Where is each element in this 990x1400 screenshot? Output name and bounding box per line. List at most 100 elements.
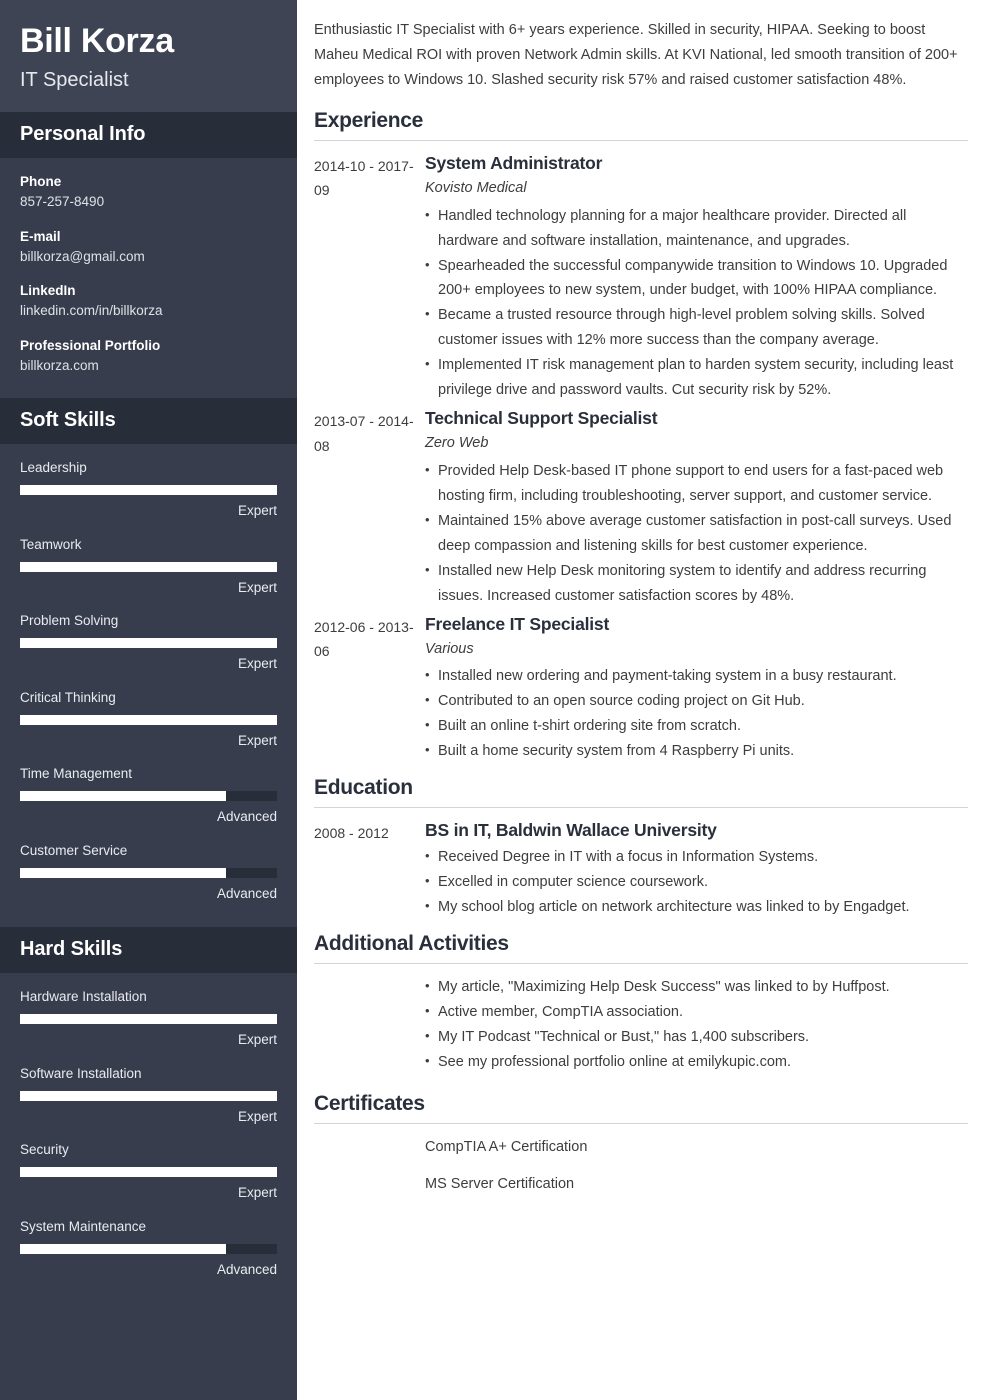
education-entries: 2008 - 2012 BS in IT, Baldwin Wallace Uni… (314, 819, 970, 920)
skill-level-bar-fill (20, 1243, 226, 1254)
entry-dates: 2014-10 - 2017-09 (314, 157, 414, 199)
skill-level-bar-fill (20, 561, 277, 572)
skill-level-bar (20, 714, 277, 725)
soft-skills-list: Leadership Expert Teamwork Expert Problem So… (0, 444, 297, 927)
entry-bullet: Built a home security system from 4 Rasp… (425, 738, 970, 764)
entry-body: Technical Support Specialist Zero Web Prov… (425, 407, 970, 608)
resume-page: Bill Korza IT Specialist Personal Info P… (0, 0, 990, 1400)
entry-title: System Administrator (425, 152, 603, 173)
section-divider (314, 139, 968, 141)
entry-body: Freelance IT Specialist Various Installed … (425, 613, 970, 765)
personal-info-value[interactable]: billkorza@gmail.com (20, 247, 277, 267)
skill-item: Time Management Advanced (20, 764, 277, 828)
skill-level-bar-fill (20, 485, 277, 496)
entry-bullet: Contributed to an open source coding pro… (425, 688, 970, 714)
skill-level-bar-fill (20, 714, 277, 725)
entry-title: BS in IT, Baldwin Wallace University (425, 820, 717, 841)
skill-level-bar-fill (20, 867, 226, 878)
activities-dates-spacer (314, 975, 425, 1075)
certificates-dates-spacer (314, 1135, 425, 1209)
section-experience: Experience 2014-10 - 2017-09 System Admin… (314, 105, 970, 764)
personal-info-value[interactable]: linkedin.com/in/billkorza (20, 301, 277, 321)
skill-item: Teamwork Expert (20, 535, 277, 599)
entry-body: BS in IT, Baldwin Wallace University Rece… (425, 819, 970, 920)
skill-name: Time Management (20, 766, 133, 782)
skill-level-bar (20, 638, 277, 649)
personal-info-item: Phone 857-257-8490 (20, 172, 277, 213)
entry-title: Freelance IT Specialist (425, 613, 610, 634)
skill-name: Security (20, 1142, 69, 1158)
entry-bullet: Handled technology planning for a major … (425, 203, 970, 254)
skill-level-bar-fill (20, 1014, 277, 1025)
section-divider (314, 1122, 968, 1124)
personal-info-value[interactable]: 857-257-8490 (20, 192, 277, 212)
entry-bullet: Provided Help Desk-based IT phone suppor… (425, 458, 970, 509)
skill-name: Problem Solving (20, 613, 119, 629)
sidebar-header: Bill Korza IT Specialist (0, 0, 297, 113)
skill-level-bar-fill (20, 1090, 277, 1101)
skill-name: Customer Service (20, 842, 128, 858)
skill-level-bar (20, 1014, 277, 1025)
entry-dates: 2013-07 - 2014-08 (314, 413, 414, 454)
skill-item: Security Expert (20, 1140, 277, 1204)
activity-bullet: See my professional portfolio online at … (425, 1049, 970, 1075)
personal-info-item: LinkedIn linkedin.com/in/billkorza (20, 281, 277, 322)
skill-level-bar (20, 791, 277, 802)
skill-level-label: Expert (237, 503, 277, 519)
skill-level-label: Expert (237, 1108, 277, 1124)
hard-skills-list: Hardware Installation Expert Software Inst… (0, 973, 297, 1303)
resume-entry: 2012-06 - 2013-06 Freelance IT Specialist… (314, 613, 970, 765)
entry-organization: Kovisto Medical (425, 179, 527, 196)
entry-bullet: Became a trusted resource through high-l… (425, 302, 970, 353)
resume-entry: 2014-10 - 2017-09 System Administrator Kov… (314, 152, 970, 403)
skill-level-label: Expert (237, 1185, 277, 1201)
entry-bullet: Implemented IT risk management plan to h… (425, 352, 970, 403)
personal-info-label: Phone (20, 174, 62, 190)
entry-bullet: Excelled in computer science coursework. (425, 869, 970, 895)
activity-bullet: My IT Podcast "Technical or Bust," has 1… (425, 1024, 970, 1050)
skill-level-bar (20, 1090, 277, 1101)
skill-level-label: Expert (237, 1032, 277, 1048)
sidebar: Bill Korza IT Specialist Personal Info P… (0, 0, 297, 1400)
skill-name: Critical Thinking (20, 689, 116, 705)
certificates-list: CompTIA A+ Certification MS Server Certif… (425, 1135, 970, 1197)
skill-item: Problem Solving Expert (20, 611, 277, 675)
activity-bullet: Active member, CompTIA association. (425, 999, 970, 1025)
skill-level-bar (20, 867, 277, 878)
skill-name: Teamwork (20, 536, 82, 552)
certificates-body: CompTIA A+ Certification MS Server Certif… (425, 1135, 970, 1209)
experience-entries: 2014-10 - 2017-09 System Administrator Kov… (314, 152, 970, 764)
section-education: Education 2008 - 2012 BS in IT, Baldwin W… (314, 772, 970, 920)
entry-bullet: Installed new ordering and payment-takin… (425, 663, 970, 689)
skill-item: Customer Service Advanced (20, 841, 277, 905)
entry-bullets: Provided Help Desk-based IT phone suppor… (425, 458, 970, 609)
skill-name: Software Installation (20, 1065, 142, 1081)
skill-level-label: Expert (237, 732, 277, 748)
skill-level-bar-fill (20, 638, 277, 649)
entry-bullet: Received Degree in IT with a focus in In… (425, 844, 970, 870)
professional-summary: Enthusiastic IT Specialist with 6+ years… (314, 22, 958, 88)
soft-skills-heading: Soft Skills (0, 398, 297, 445)
skill-level-label: Expert (237, 579, 277, 595)
activities-bullets: My article, "Maximizing Help Desk Succes… (425, 974, 970, 1075)
entry-title: Technical Support Specialist (425, 408, 658, 429)
skill-level-label: Expert (237, 656, 277, 672)
entry-organization: Zero Web (425, 435, 489, 452)
entry-bullets: Handled technology planning for a major … (425, 203, 970, 404)
personal-info-item: Professional Portfolio billkorza.com (20, 336, 277, 377)
skill-level-bar-fill (20, 791, 226, 802)
resume-entry: 2013-07 - 2014-08 Technical Support Speci… (314, 407, 970, 608)
entry-bullets: Received Degree in IT with a focus in In… (425, 844, 970, 920)
skill-item: Software Installation Expert (20, 1064, 277, 1128)
skill-level-bar (20, 485, 277, 496)
main-content: Enthusiastic IT Specialist with 6+ years… (297, 0, 990, 1400)
personal-info-list: Phone 857-257-8490 E-mail billkorza@gmail.c… (0, 158, 297, 398)
personal-info-item: E-mail billkorza@gmail.com (20, 227, 277, 268)
certificate-item: MS Server Certification (425, 1175, 575, 1192)
entry-bullet: My school blog article on network archit… (425, 894, 970, 920)
certificates-entry: CompTIA A+ Certification MS Server Certif… (314, 1135, 970, 1209)
skill-item: System Maintenance Advanced (20, 1217, 277, 1281)
personal-info-value[interactable]: billkorza.com (20, 356, 277, 376)
section-additional-activities: Additional Activities My article, "Maxim… (314, 928, 970, 1075)
skill-level-bar (20, 1243, 277, 1254)
